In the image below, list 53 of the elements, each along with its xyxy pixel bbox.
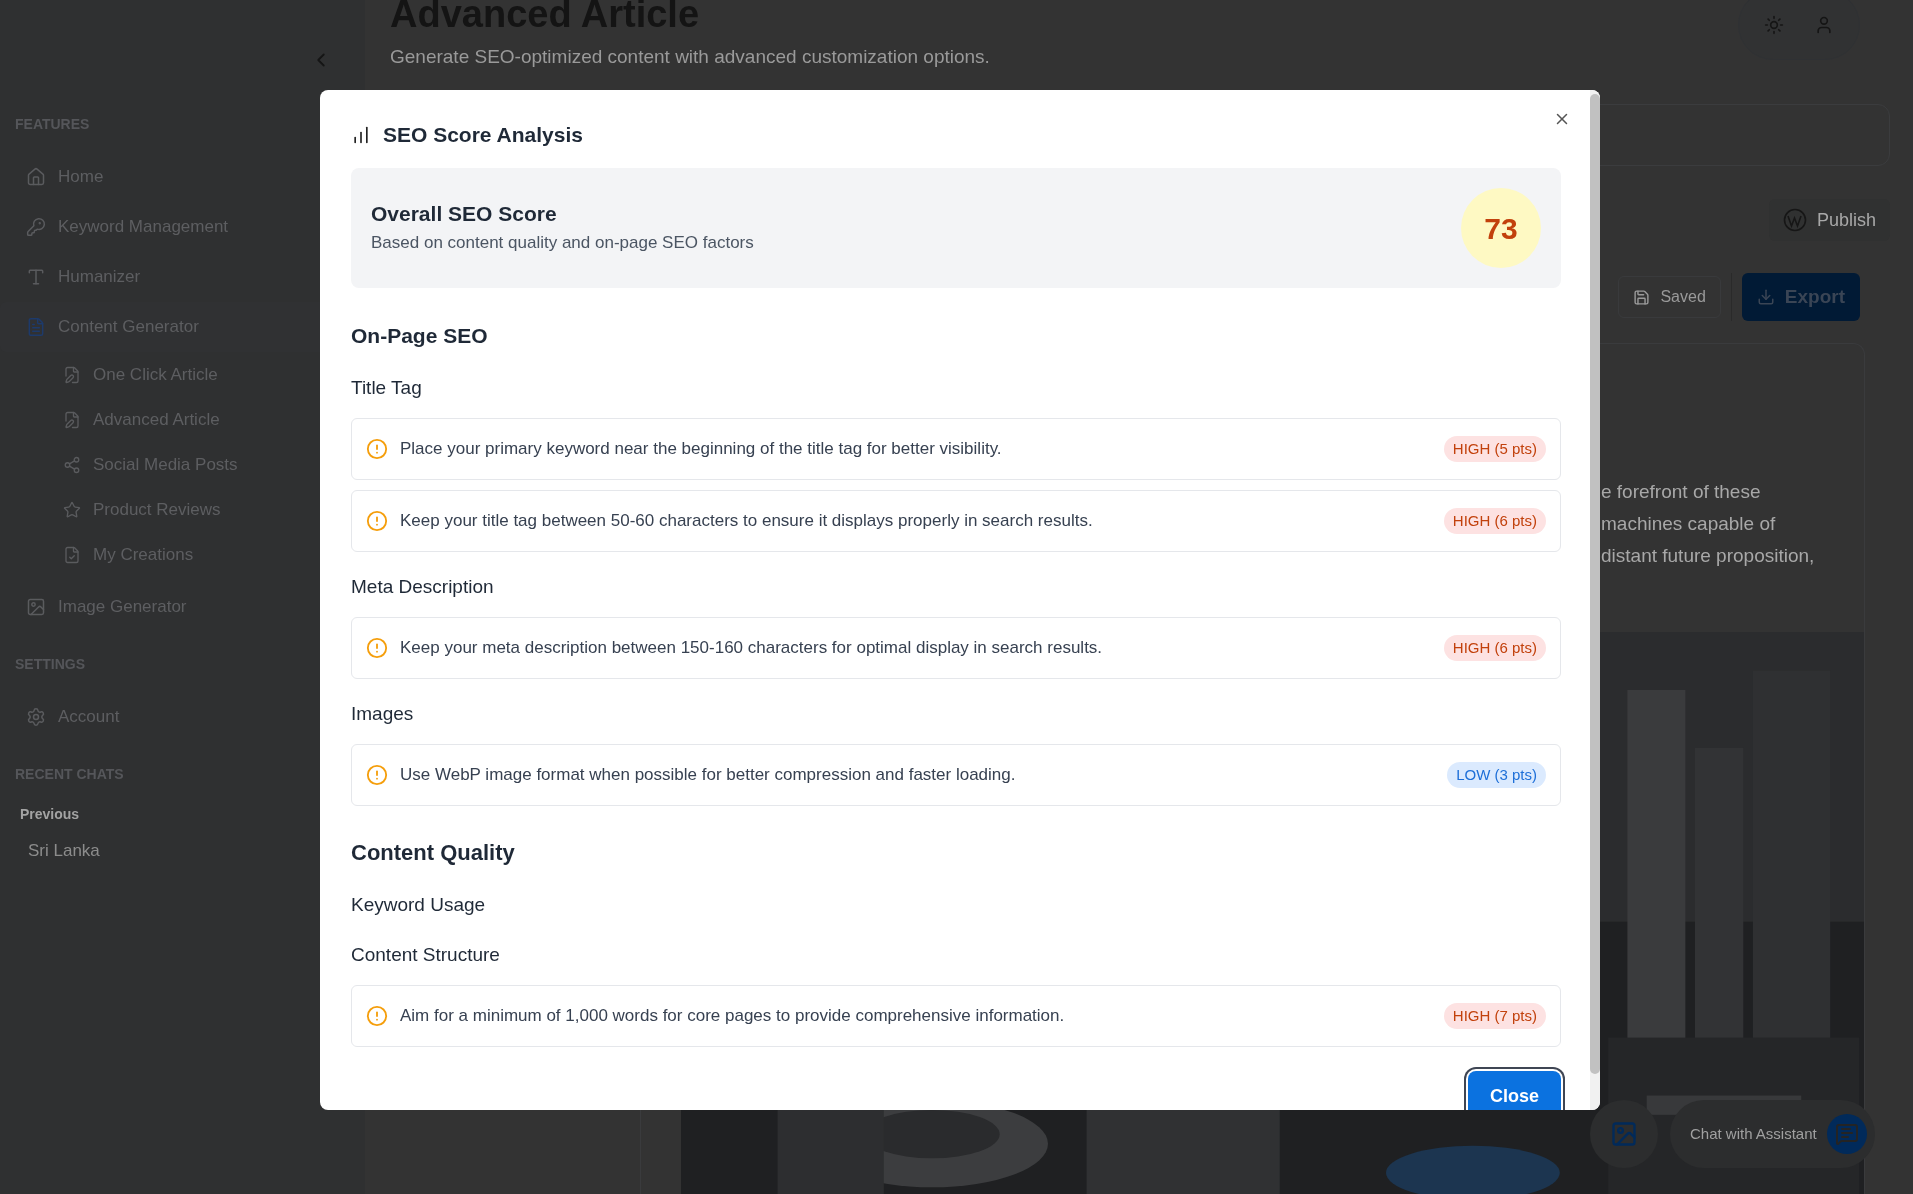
home-icon — [26, 167, 46, 187]
dialog-title: SEO Score Analysis — [383, 122, 583, 149]
group-title: Title Tag — [351, 376, 423, 400]
priority-badge: HIGH (6 pts) — [1443, 507, 1546, 535]
recommendation-text: Place your primary keyword near the beginning of the title tag for better visibility. — [400, 438, 1003, 461]
bar-chart-icon — [351, 125, 371, 145]
recommendation-text: Keep your meta description between 150-160 characters for optimal display in search results. — [400, 637, 1104, 660]
theme-icon[interactable] — [1764, 15, 1784, 35]
article-text: e forefront of these machines capable of distant future proposition, — [1601, 480, 1816, 568]
file-pen-icon — [63, 365, 81, 384]
chat-group-label: Previous — [19, 805, 81, 823]
image-icon — [1610, 1120, 1638, 1148]
scrollbar-thumb[interactable] — [1590, 94, 1600, 1074]
score-value: 73 — [1461, 188, 1541, 268]
file-check-icon — [63, 545, 81, 564]
export-button[interactable]: Export — [1741, 273, 1860, 321]
recommendation-text: Use WebP image format when possible for better compression and faster loading. — [400, 764, 1017, 787]
group-title: Content Structure — [351, 943, 501, 967]
warning-icon — [366, 637, 388, 659]
download-icon — [1756, 288, 1775, 306]
priority-badge: HIGH (7 pts) — [1443, 1002, 1546, 1030]
user-icon[interactable] — [1814, 15, 1834, 35]
text-icon — [26, 267, 46, 287]
score-card-title: Overall SEO Score — [371, 201, 558, 228]
chat-button[interactable]: Chat with Assistant — [1670, 1100, 1875, 1168]
file-pen-icon — [63, 410, 81, 429]
save-icon — [1633, 288, 1651, 306]
priority-badge: LOW (3 pts) — [1447, 761, 1546, 789]
group-title: Images — [351, 702, 415, 726]
chat-icon — [1826, 1114, 1867, 1154]
priority-badge: HIGH (6 pts) — [1443, 634, 1546, 662]
section-title: On-Page SEO — [351, 323, 489, 349]
warning-icon — [366, 510, 388, 532]
priority-badge: HIGH (5 pts) — [1443, 435, 1546, 463]
image-icon — [26, 597, 46, 617]
document-icon — [26, 317, 46, 337]
recommendation-text: Keep your title tag between 50-60 characters to ensure it displays properly in search results. — [400, 510, 1094, 533]
score-card-subtitle: Based on content quality and on-page SEO factors — [371, 232, 754, 255]
share-icon — [63, 455, 81, 474]
saved-button[interactable]: Saved — [1618, 276, 1721, 318]
group-title: Keyword Usage — [351, 893, 487, 917]
settings-icon — [26, 707, 46, 727]
page-subtitle: Generate SEO-optimized content with advanced customization options. — [390, 45, 990, 69]
star-icon — [63, 500, 81, 519]
warning-icon — [366, 438, 388, 460]
warning-icon — [366, 1005, 388, 1027]
group-title: Meta Description — [351, 575, 495, 599]
recommendation-text: Aim for a minimum of 1,000 words for core pages to provide comprehensive information. — [400, 1005, 1066, 1028]
section-title: Content Quality — [351, 839, 516, 867]
key-icon — [26, 217, 46, 237]
wordpress-icon — [1782, 208, 1807, 232]
warning-icon — [366, 764, 388, 786]
publish-button[interactable]: Publish — [1768, 199, 1890, 241]
